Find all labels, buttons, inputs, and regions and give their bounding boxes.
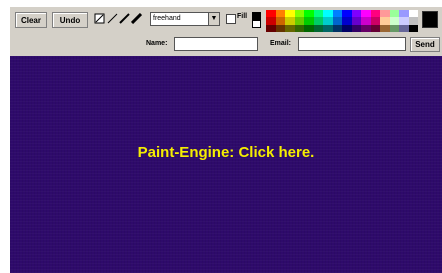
palette-swatch[interactable] <box>361 17 371 25</box>
paint-canvas[interactable]: Paint-Engine: Click here. <box>10 56 442 273</box>
palette-swatch[interactable] <box>380 17 390 25</box>
name-label: Name: <box>146 40 168 47</box>
brush-icon <box>130 13 142 24</box>
background-color-swatch[interactable] <box>252 20 261 28</box>
palette-swatch[interactable] <box>370 24 380 32</box>
palette-swatch[interactable] <box>380 10 390 18</box>
palette-swatch[interactable] <box>361 10 371 18</box>
brush-type-select[interactable]: freehand ▼ <box>150 12 220 26</box>
palette-swatch[interactable] <box>313 17 323 25</box>
color-preview <box>252 12 261 28</box>
chevron-down-icon[interactable]: ▼ <box>208 13 219 25</box>
name-field[interactable] <box>174 37 258 51</box>
palette-swatch[interactable] <box>332 17 342 25</box>
line-icon <box>107 13 117 24</box>
email-field[interactable] <box>298 37 406 51</box>
palette-swatch[interactable] <box>399 17 409 25</box>
rectangle-outline-icon <box>94 13 104 24</box>
fill-checkbox[interactable] <box>226 14 236 24</box>
palette-swatch[interactable] <box>294 17 304 25</box>
line-tool[interactable] <box>106 12 118 25</box>
undo-button[interactable]: Undo <box>52 12 88 28</box>
marker-tool[interactable] <box>118 12 130 25</box>
palette-swatch[interactable] <box>332 10 342 18</box>
canvas-prompt: Paint-Engine: Click here. <box>137 144 315 161</box>
foreground-color-swatch[interactable] <box>252 12 261 20</box>
palette-swatch[interactable] <box>323 17 333 25</box>
clear-button[interactable]: Clear <box>15 12 47 28</box>
palette-swatch[interactable] <box>408 24 418 32</box>
marker-icon <box>118 13 130 24</box>
palette-swatch[interactable] <box>294 24 304 32</box>
palette-swatch[interactable] <box>313 10 323 18</box>
palette-swatch[interactable] <box>399 10 409 18</box>
palette-swatch[interactable] <box>380 24 390 32</box>
fill-label: Fill <box>237 13 248 20</box>
palette-swatch[interactable] <box>304 10 314 18</box>
palette-swatch[interactable] <box>351 10 361 18</box>
palette-swatch[interactable] <box>370 10 380 18</box>
palette-swatch[interactable] <box>389 17 399 25</box>
current-color-swatch <box>422 11 438 28</box>
palette-swatch[interactable] <box>361 24 371 32</box>
palette-swatch[interactable] <box>389 10 399 18</box>
palette-swatch[interactable] <box>408 17 418 25</box>
palette-swatch[interactable] <box>275 17 285 25</box>
palette-swatch[interactable] <box>332 24 342 32</box>
palette-swatch[interactable] <box>275 24 285 32</box>
palette-swatch[interactable] <box>389 24 399 32</box>
palette-swatch[interactable] <box>342 24 352 32</box>
palette-swatch[interactable] <box>285 17 295 25</box>
color-palette <box>266 10 418 32</box>
palette-swatch[interactable] <box>408 10 418 18</box>
palette-swatch[interactable] <box>342 10 352 18</box>
palette-swatch[interactable] <box>266 17 276 25</box>
email-label: Email: <box>270 40 292 47</box>
palette-swatch[interactable] <box>323 24 333 32</box>
palette-swatch[interactable] <box>304 24 314 32</box>
palette-swatch[interactable] <box>351 24 361 32</box>
brush-tool[interactable] <box>130 12 142 25</box>
send-button[interactable]: Send <box>410 37 440 52</box>
palette-swatch[interactable] <box>266 24 276 32</box>
palette-swatch[interactable] <box>294 10 304 18</box>
palette-swatch[interactable] <box>370 17 380 25</box>
palette-swatch[interactable] <box>304 17 314 25</box>
palette-swatch[interactable] <box>323 10 333 18</box>
palette-swatch[interactable] <box>266 10 276 18</box>
palette-swatch[interactable] <box>399 24 409 32</box>
palette-swatch[interactable] <box>313 24 323 32</box>
toolbar: Clear Undo freehand ▼ Fill Name: Email: … <box>10 7 442 56</box>
palette-swatch[interactable] <box>285 24 295 32</box>
palette-swatch[interactable] <box>351 17 361 25</box>
rectangle-tool[interactable] <box>93 12 105 25</box>
palette-swatch[interactable] <box>342 17 352 25</box>
palette-swatch[interactable] <box>285 10 295 18</box>
brush-type-value: freehand <box>153 15 181 22</box>
palette-swatch[interactable] <box>275 10 285 18</box>
